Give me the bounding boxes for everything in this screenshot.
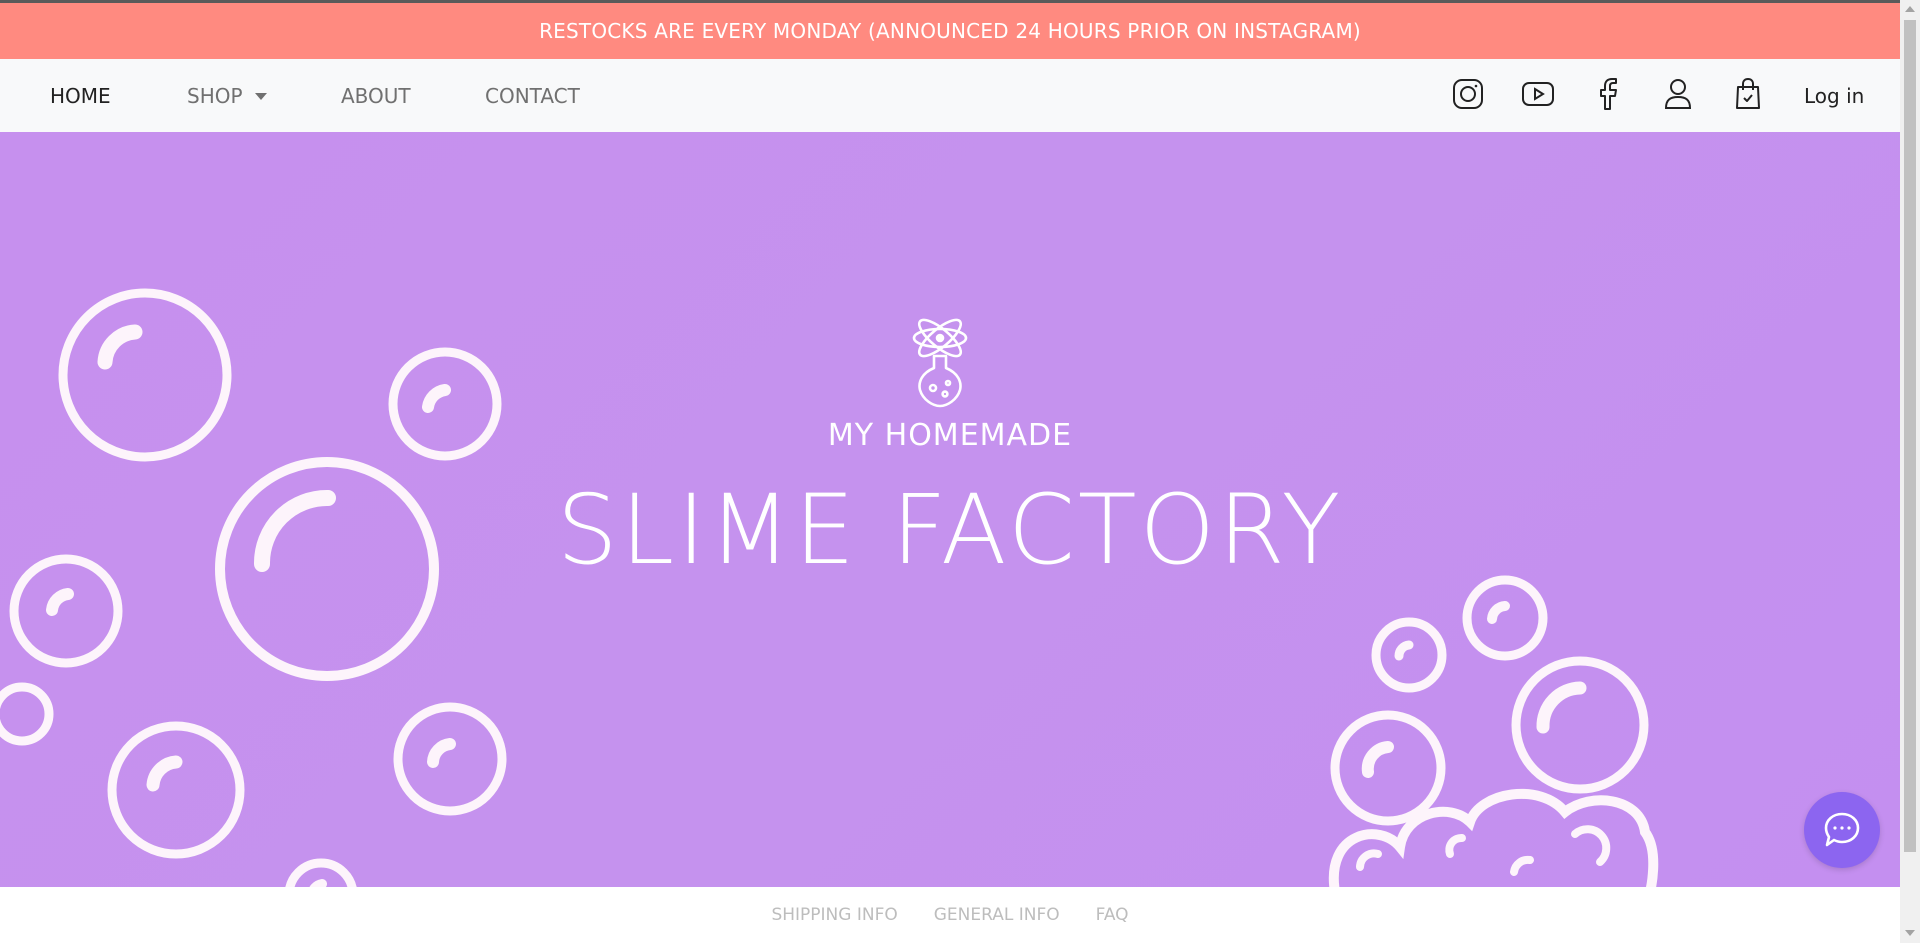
login-link[interactable]: Log in xyxy=(1804,59,1864,132)
main-navbar: HOME SHOP ABOUT CONTACT Log in xyxy=(0,59,1900,133)
chat-button[interactable] xyxy=(1804,792,1880,868)
instagram-icon[interactable] xyxy=(1450,76,1486,112)
footer-general-info-link[interactable]: GENERAL INFO xyxy=(934,905,1060,925)
account-icon[interactable] xyxy=(1660,76,1696,112)
nav-about-link[interactable]: ABOUT xyxy=(341,59,411,132)
nav-shop-label: SHOP xyxy=(187,83,243,108)
facebook-icon[interactable] xyxy=(1590,76,1626,112)
nav-home-link[interactable]: HOME xyxy=(50,59,111,132)
vertical-scrollbar[interactable] xyxy=(1900,0,1920,943)
scroll-down-icon[interactable] xyxy=(1905,930,1915,936)
bubble-icon xyxy=(0,682,54,746)
bubble-icon xyxy=(1462,575,1548,661)
scroll-up-icon[interactable] xyxy=(1905,6,1915,12)
announcement-text: RESTOCKS ARE EVERY MONDAY (ANNOUNCED 24 … xyxy=(539,19,1361,43)
nav-shop-link[interactable]: SHOP xyxy=(187,59,267,132)
hero-section: MY HOMEMADE SLIME FACTORY xyxy=(0,132,1900,887)
footer-faq-link[interactable]: FAQ xyxy=(1096,905,1129,925)
hero-title: SLIME FACTORY xyxy=(556,474,1344,586)
chat-bubble-icon xyxy=(1824,812,1860,847)
shopping-bag-icon[interactable] xyxy=(1730,76,1766,112)
announcement-bar: RESTOCKS ARE EVERY MONDAY (ANNOUNCED 24 … xyxy=(0,3,1900,59)
chevron-down-icon xyxy=(254,93,267,100)
flask-atom-icon xyxy=(900,318,980,408)
nav-contact-link[interactable]: CONTACT xyxy=(485,59,580,132)
hero-subtitle: MY HOMEMADE xyxy=(827,418,1073,453)
bubble-icon xyxy=(1330,710,1446,826)
youtube-icon[interactable] xyxy=(1520,76,1556,112)
footer-links-bar: SHIPPING INFO GENERAL INFO FAQ xyxy=(0,887,1900,943)
bubble-icon xyxy=(393,702,507,816)
footer-shipping-info-link[interactable]: SHIPPING INFO xyxy=(771,905,897,925)
bubble-icon xyxy=(1511,656,1649,794)
scrollbar-thumb[interactable] xyxy=(1904,20,1916,852)
bubble-icon xyxy=(285,858,357,887)
bubble-cloud-icon xyxy=(1328,788,1659,887)
bubble-icon xyxy=(107,721,245,859)
bubble-icon xyxy=(1371,617,1447,693)
